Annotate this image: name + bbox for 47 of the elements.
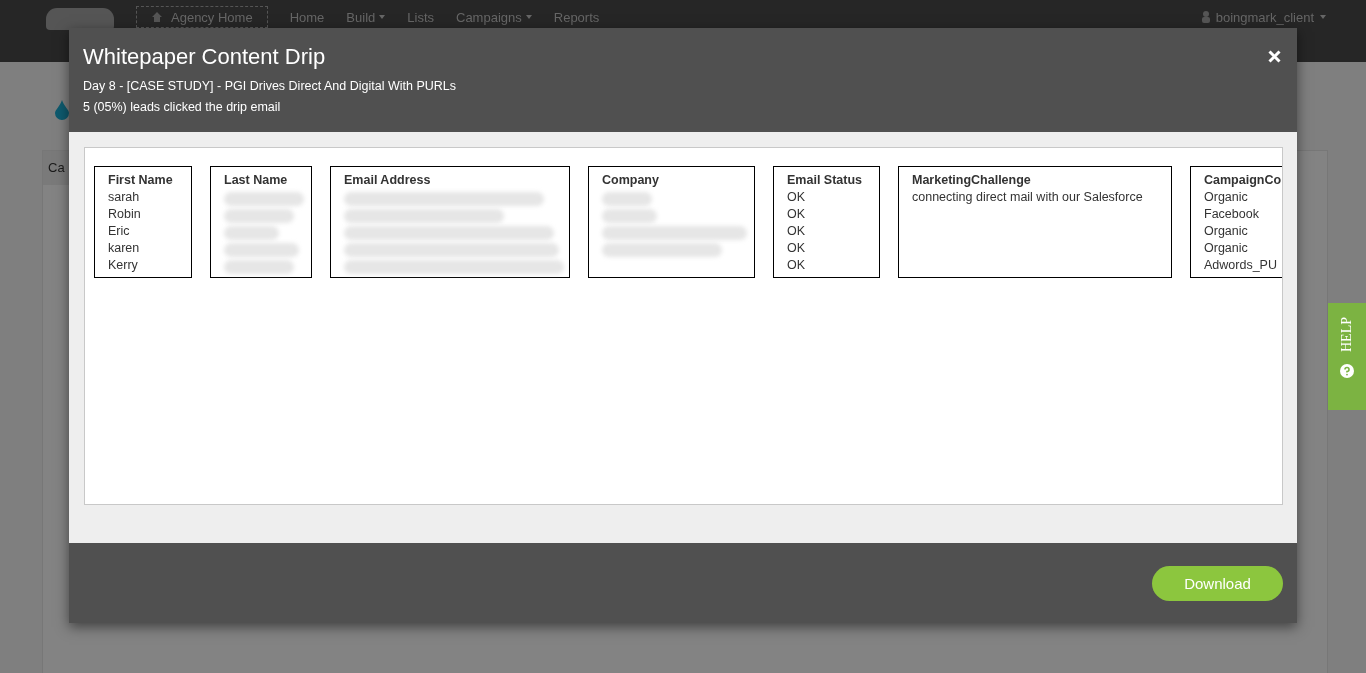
table-cell-text: Organic — [1204, 223, 1249, 240]
table-cell-text: OK — [787, 189, 807, 206]
table-cell-text: Organic — [1204, 189, 1249, 206]
table-cell-text: OK — [787, 223, 807, 240]
user-icon — [1201, 11, 1210, 23]
table-cell-text: karen — [108, 240, 141, 257]
blurred-text — [224, 260, 294, 274]
blurred-text — [224, 226, 279, 240]
column-heading: Email Status — [787, 172, 864, 189]
table-cell-text: connecting direct mail with our Salesforce — [912, 189, 1144, 206]
caret-icon — [525, 15, 532, 19]
help-icon — [1340, 364, 1354, 378]
nav-link[interactable]: Build — [346, 6, 386, 28]
modal-title: Whitepaper Content Drip — [83, 44, 326, 70]
column-heading: Last Name — [224, 172, 289, 189]
column-heading: Email Address — [344, 172, 432, 189]
help-tab[interactable]: HELP — [1328, 303, 1366, 410]
column-heading: Company — [602, 172, 660, 189]
table-cell-text: Adwords_PU — [1204, 257, 1278, 274]
blurred-text — [224, 209, 294, 223]
nav-link[interactable]: Reports — [553, 6, 600, 28]
nav-link[interactable]: Home — [289, 6, 325, 28]
blurred-text — [602, 192, 652, 206]
close-icon[interactable] — [1268, 50, 1281, 63]
download-button[interactable]: Download — [1152, 565, 1283, 601]
table-cell-text: OK — [787, 206, 807, 223]
table-cell-text: Robin — [108, 206, 142, 223]
column-heading: CampaignCo — [1204, 172, 1282, 189]
table-cell-text: Eric — [108, 223, 131, 240]
user-menu[interactable]: boingmark_client — [1201, 6, 1326, 28]
table-cell-text: Organic — [1204, 240, 1249, 257]
blurred-text — [602, 209, 657, 223]
caret-icon — [379, 15, 386, 19]
modal-subtitle: Day 8 - [CASE STUDY] - PGI Drives Direct And Digital With PURLs — [83, 78, 457, 95]
drop-icon — [55, 100, 69, 120]
nav-link[interactable]: Campaigns — [456, 6, 532, 28]
click-summary: 5 (05%) leads clicked the drip email — [83, 99, 282, 116]
table-cell-text: OK — [787, 240, 807, 257]
table-cell-text: Facebook — [1204, 206, 1260, 223]
column-heading: First Name — [108, 172, 174, 189]
table-cell-text: Kerry — [108, 257, 139, 274]
table-cell-text: OK — [787, 257, 807, 274]
table-cell-text: sarah — [108, 189, 141, 206]
caret-icon — [1320, 15, 1326, 19]
column-heading: MarketingChallenge — [912, 172, 1032, 189]
home-icon — [151, 11, 163, 23]
nav-link[interactable]: Lists — [407, 6, 434, 28]
